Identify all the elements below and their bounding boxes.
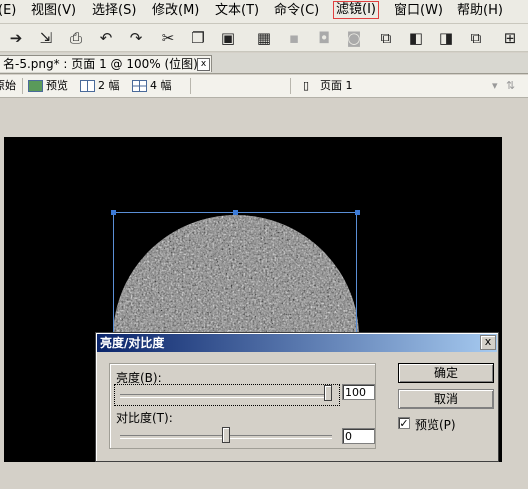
selection-handle[interactable] [233, 210, 238, 215]
cut-icon[interactable]: ✂ [158, 28, 178, 48]
document-tab-bar: 名-5.png* : 页面 1 @ 100% (位图) x [0, 53, 528, 74]
four-up-view-label: 4 幅 [150, 79, 172, 92]
two-up-view-label: 2 幅 [98, 79, 120, 92]
ok-button[interactable]: 确定 [398, 363, 494, 383]
undo-icon[interactable]: ↶ [96, 28, 116, 48]
cancel-button[interactable]: 取消 [398, 389, 494, 409]
menu-view[interactable]: 视图(V) [31, 3, 76, 19]
page-selector[interactable]: 页面 1 [320, 78, 353, 94]
view-bar: 原始 预览 2 幅 4 幅 ▯ 页面 1 ▾ ⇅ [0, 75, 528, 98]
four-up-icon [132, 80, 147, 92]
brightness-slider-thumb[interactable] [324, 385, 332, 401]
document-tab[interactable]: 名-5.png* : 页面 1 @ 100% (位图) x [0, 55, 212, 72]
preview-checkbox[interactable]: ✓ [398, 417, 410, 429]
align-icon[interactable]: ⊞ [500, 28, 520, 48]
preview-checkbox-label[interactable]: 预览(P) [415, 416, 456, 433]
paste-icon[interactable]: ▣ [218, 28, 238, 48]
menu-window[interactable]: 窗口(W) [394, 3, 443, 19]
document-tab-title: 名-5.png* : 页面 1 @ 100% (位图) [3, 57, 198, 71]
contrast-slider-thumb[interactable] [222, 427, 230, 443]
copy-icon[interactable]: ❐ [188, 28, 208, 48]
two-up-view-tab[interactable]: 2 幅 [80, 78, 120, 94]
send-to-back-icon[interactable]: ⧉ [466, 28, 486, 48]
menu-help[interactable]: 帮助(H) [457, 3, 503, 19]
brightness-contrast-dialog: 亮度/对比度 x 亮度(B): 100 对比度(T): 0 确定 取消 ✓ 预览… [95, 332, 499, 462]
split-icon[interactable]: ◙ [344, 28, 364, 48]
selection-handle[interactable] [355, 210, 360, 215]
join-icon[interactable]: ◘ [314, 28, 334, 48]
preview-view-label: 预览 [46, 79, 68, 92]
bring-to-front-icon[interactable]: ⧉ [376, 28, 396, 48]
chevron-down-icon[interactable]: ▾ [492, 78, 498, 94]
menu-text[interactable]: 文本(T) [215, 3, 259, 19]
preview-view-tab[interactable]: 预览 [28, 78, 68, 94]
close-icon[interactable]: x [197, 58, 210, 71]
brightness-input[interactable]: 100 [342, 384, 375, 400]
export-icon[interactable]: ⇲ [36, 28, 56, 48]
original-view-tab[interactable]: 原始 [0, 78, 16, 94]
contrast-label: 对比度(T): [116, 411, 173, 425]
group-icon[interactable]: ▦ [254, 28, 274, 48]
divider [190, 78, 191, 94]
divider [290, 78, 291, 94]
bring-forward-icon[interactable]: ◧ [406, 28, 426, 48]
page-nav-icon[interactable]: ⇅ [506, 78, 515, 94]
dialog-title: 亮度/对比度 [97, 334, 497, 352]
menu-bar: (E) 视图(V) 选择(S) 修改(M) 文本(T) 命令(C) 滤镜(I) … [0, 0, 528, 24]
redo-icon[interactable]: ↷ [126, 28, 146, 48]
preview-icon [28, 80, 43, 92]
menu-edit[interactable]: (E) [0, 3, 16, 19]
close-icon[interactable]: x [480, 335, 496, 350]
menu-filters[interactable]: 滤镜(I) [333, 1, 379, 19]
selection-handle[interactable] [111, 210, 116, 215]
menu-modify[interactable]: 修改(M) [152, 3, 199, 19]
menu-select[interactable]: 选择(S) [92, 3, 136, 19]
main-toolbar: ➔ ⇲ ⎙ ↶ ↷ ✂ ❐ ▣ ▦ ▪ ◘ ◙ ⧉ ◧ ◨ ⧉ ⊞ [0, 24, 528, 52]
page-icon: ▯ [303, 79, 310, 92]
ungroup-icon[interactable]: ▪ [284, 28, 304, 48]
two-up-icon [80, 80, 95, 92]
import-icon[interactable]: ➔ [6, 28, 26, 48]
four-up-view-tab[interactable]: 4 幅 [132, 78, 172, 94]
send-backward-icon[interactable]: ◨ [436, 28, 456, 48]
contrast-input[interactable]: 0 [342, 428, 375, 444]
print-icon[interactable]: ⎙ [66, 28, 86, 48]
brightness-slider-track[interactable] [120, 394, 332, 398]
menu-commands[interactable]: 命令(C) [274, 3, 319, 19]
divider [22, 78, 23, 94]
